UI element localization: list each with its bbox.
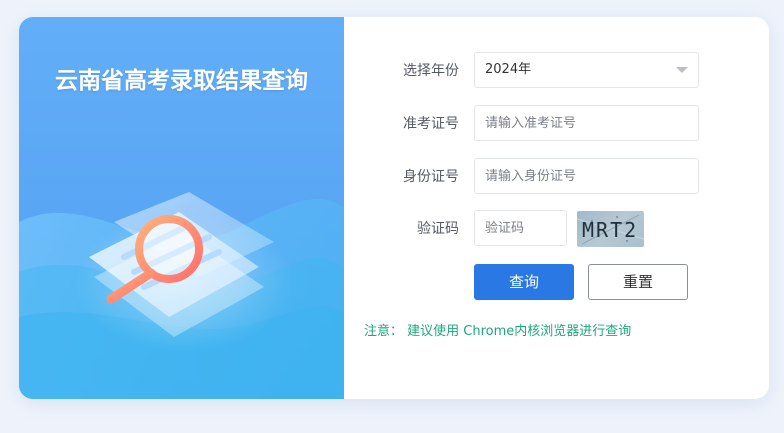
query-form: 选择年份 2024年 准考证号 身份证号 验证码: [344, 17, 769, 399]
ticket-label: 准考证号: [403, 116, 459, 132]
year-select-value: 2024年: [485, 62, 532, 77]
ticket-field: [474, 105, 699, 141]
captcha-label: 验证码: [417, 221, 459, 237]
chevron-down-icon: [676, 67, 688, 73]
captcha-image[interactable]: MRT2: [577, 211, 644, 247]
year-label: 选择年份: [403, 63, 459, 79]
ticket-input[interactable]: [475, 106, 698, 140]
id-field: [474, 158, 699, 194]
id-row: 身份证号: [344, 158, 769, 198]
id-input[interactable]: [475, 159, 698, 193]
notice-prefix: 注意：: [364, 324, 404, 339]
captcha-text: MRT2: [582, 218, 639, 242]
notice-text: 建议使用 Chrome内核浏览器进行查询: [407, 324, 632, 339]
reset-button[interactable]: 重置: [588, 264, 688, 300]
year-select[interactable]: 2024年: [474, 52, 699, 88]
page-title: 云南省高考录取结果查询: [55, 68, 308, 94]
browser-notice: 注意： 建议使用 Chrome内核浏览器进行查询: [364, 320, 631, 339]
id-label: 身份证号: [403, 169, 459, 185]
ticket-row: 准考证号: [344, 105, 769, 145]
captcha-field: [474, 210, 567, 246]
action-row: 查询 重置: [344, 264, 769, 304]
captcha-input[interactable]: [475, 211, 566, 245]
login-card: 云南省高考录取结果查询 选择年份 2024年 准考证号 身份证号 验证码: [19, 17, 769, 399]
banner-panel: 云南省高考录取结果查询: [19, 17, 344, 399]
captcha-row: 验证码 MRT2: [344, 210, 769, 250]
year-row: 选择年份 2024年: [344, 52, 769, 92]
query-button[interactable]: 查询: [474, 264, 574, 300]
